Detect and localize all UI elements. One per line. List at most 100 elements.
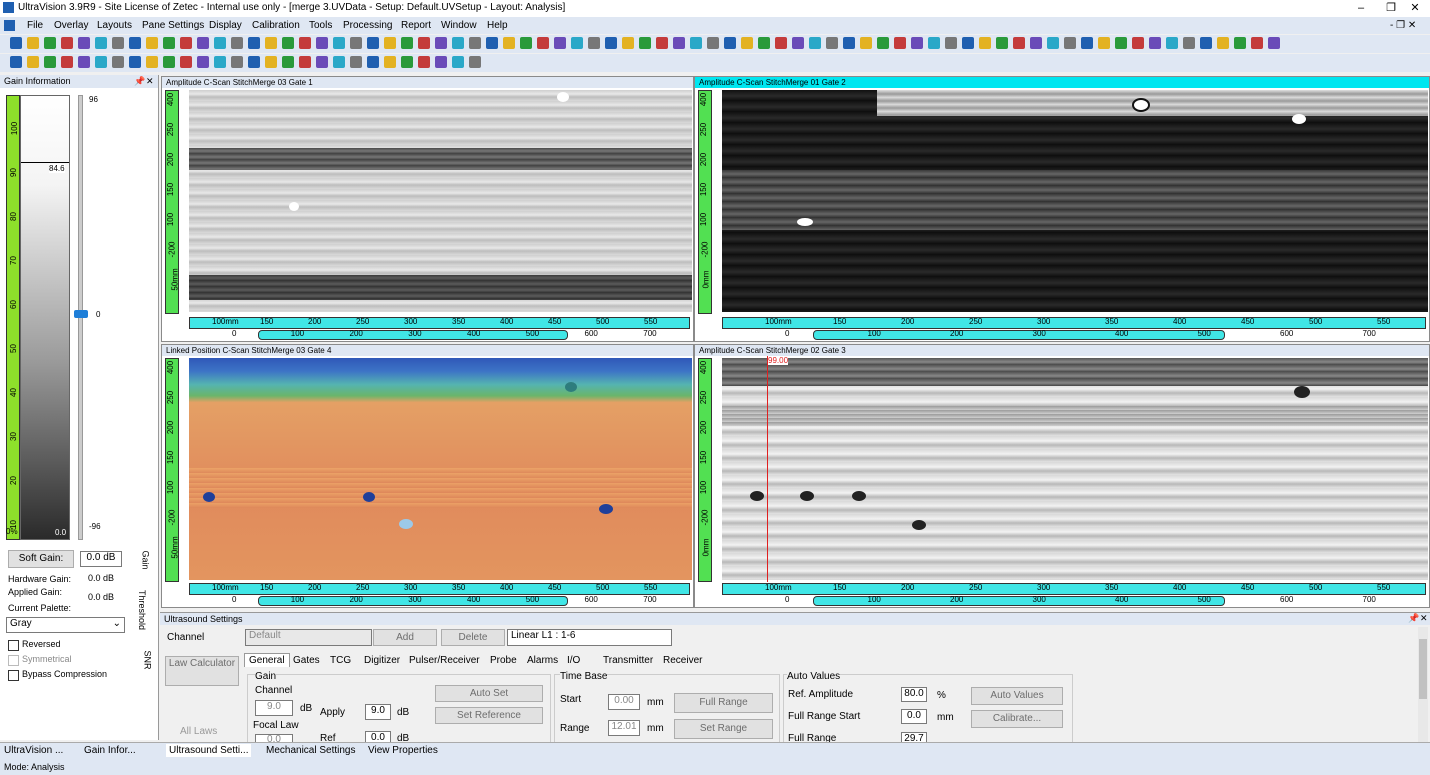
toolbar-button-icon[interactable]: [979, 37, 991, 49]
toolbar-button-icon[interactable]: [197, 56, 209, 68]
toolbar-button-icon[interactable]: [214, 56, 226, 68]
toolbar-button-icon[interactable]: [894, 37, 906, 49]
cscan-pane-2[interactable]: Amplitude C-Scan StitchMerge 01 Gate 2 4…: [694, 76, 1430, 342]
toolbar-button-icon[interactable]: [95, 37, 107, 49]
toolbar-button-icon[interactable]: [673, 37, 685, 49]
toolbar-button-icon[interactable]: [248, 37, 260, 49]
toolbar-button-icon[interactable]: [265, 37, 277, 49]
toolbar-button-icon[interactable]: [520, 37, 532, 49]
channel-gain-field[interactable]: 9.0: [255, 700, 293, 716]
task-ultravision[interactable]: UltraVision ...: [4, 745, 63, 756]
law-select[interactable]: Linear L1 : 1-6: [507, 629, 672, 646]
delete-button[interactable]: Delete: [441, 629, 505, 646]
bypass-checkbox[interactable]: [8, 670, 19, 681]
toolbar-button-icon[interactable]: [1098, 37, 1110, 49]
pin-icon[interactable]: 📌: [1408, 613, 1419, 624]
toolbar-button-icon[interactable]: [367, 56, 379, 68]
toolbar-button-icon[interactable]: [384, 37, 396, 49]
toolbar-button-icon[interactable]: [112, 56, 124, 68]
all-laws-label[interactable]: All Laws: [180, 726, 217, 737]
toolbar-button-icon[interactable]: [469, 56, 481, 68]
toolbar-button-icon[interactable]: [367, 37, 379, 49]
toolbar-button-icon[interactable]: [299, 56, 311, 68]
toolbar-button-icon[interactable]: [435, 37, 447, 49]
toolbar-button-icon[interactable]: [452, 37, 464, 49]
range-field[interactable]: 12.01: [608, 720, 640, 736]
menu-pane-settings[interactable]: Pane Settings: [142, 20, 204, 31]
task-gain-info[interactable]: Gain Infor...: [84, 745, 136, 756]
toolbar-button-icon[interactable]: [95, 56, 107, 68]
auto-values-button[interactable]: Auto Values: [971, 687, 1063, 705]
toolbar-button-icon[interactable]: [690, 37, 702, 49]
full-range-start-field[interactable]: 0.0: [901, 709, 927, 724]
cscan-image[interactable]: [722, 90, 1428, 312]
toolbar-button-icon[interactable]: [554, 37, 566, 49]
toolbar-button-icon[interactable]: [1200, 37, 1212, 49]
toolbar-button-icon[interactable]: [826, 37, 838, 49]
tab-receiver[interactable]: Receiver: [663, 655, 702, 666]
pin-icon[interactable]: 📌: [134, 75, 145, 88]
palette-select[interactable]: Gray ⌄: [6, 617, 125, 633]
toolbar-button-icon[interactable]: [163, 37, 175, 49]
tab-general[interactable]: General: [244, 653, 290, 667]
cscan-image[interactable]: [722, 358, 1428, 580]
soft-gain-button[interactable]: Soft Gain:: [8, 550, 74, 568]
menu-tools[interactable]: Tools: [309, 20, 332, 31]
toolbar-button-icon[interactable]: [877, 37, 889, 49]
toolbar-button-icon[interactable]: [1234, 37, 1246, 49]
cursor-line[interactable]: [767, 356, 768, 582]
menu-help[interactable]: Help: [487, 20, 508, 31]
toolbar-button-icon[interactable]: [1251, 37, 1263, 49]
law-calculator-button[interactable]: Law Calculator: [165, 656, 239, 686]
toolbar-button-icon[interactable]: [282, 56, 294, 68]
tab-snr[interactable]: SNR: [143, 650, 153, 669]
tab-transmitter[interactable]: Transmitter: [603, 655, 653, 666]
menu-overlay[interactable]: Overlay: [54, 20, 88, 31]
tab-tcg[interactable]: TCG: [330, 655, 351, 666]
set-reference-button[interactable]: Set Reference: [435, 707, 543, 724]
toolbar-button-icon[interactable]: [571, 37, 583, 49]
toolbar-button-icon[interactable]: [1217, 37, 1229, 49]
menu-calibration[interactable]: Calibration: [252, 20, 300, 31]
toolbar-button-icon[interactable]: [231, 56, 243, 68]
toolbar-button-icon[interactable]: [10, 37, 22, 49]
toolbar-button-icon[interactable]: [962, 37, 974, 49]
toolbar-button-icon[interactable]: [503, 37, 515, 49]
toolbar-button-icon[interactable]: [605, 37, 617, 49]
reversed-checkbox[interactable]: [8, 640, 19, 651]
toolbar-button-icon[interactable]: [1166, 37, 1178, 49]
close-icon[interactable]: ✕: [146, 75, 154, 88]
menu-processing[interactable]: Processing: [343, 20, 392, 31]
calibrate-button[interactable]: Calibrate...: [971, 710, 1063, 728]
toolbar-button-icon[interactable]: [333, 37, 345, 49]
cscan-image[interactable]: [189, 90, 692, 312]
gain-slider-thumb[interactable]: [74, 310, 88, 318]
add-button[interactable]: Add: [373, 629, 437, 646]
toolbar-button-icon[interactable]: [928, 37, 940, 49]
toolbar-button-icon[interactable]: [163, 56, 175, 68]
toolbar-button-icon[interactable]: [1064, 37, 1076, 49]
toolbar-button-icon[interactable]: [401, 37, 413, 49]
soft-gain-field[interactable]: 0.0 dB: [80, 551, 122, 567]
toolbar-button-icon[interactable]: [792, 37, 804, 49]
toolbar-button-icon[interactable]: [996, 37, 1008, 49]
close-button[interactable]: ✕: [1400, 0, 1430, 17]
tab-probe[interactable]: Probe: [490, 655, 517, 666]
toolbar-button-icon[interactable]: [1013, 37, 1025, 49]
toolbar-button-icon[interactable]: [1030, 37, 1042, 49]
toolbar-button-icon[interactable]: [1081, 37, 1093, 49]
toolbar-button-icon[interactable]: [350, 37, 362, 49]
start-field[interactable]: 0.00: [608, 694, 640, 710]
toolbar-button-icon[interactable]: [333, 56, 345, 68]
toolbar-button-icon[interactable]: [860, 37, 872, 49]
toolbar-button-icon[interactable]: [248, 56, 260, 68]
toolbar-button-icon[interactable]: [1047, 37, 1059, 49]
toolbar-button-icon[interactable]: [911, 37, 923, 49]
toolbar-button-icon[interactable]: [350, 56, 362, 68]
toolbar-button-icon[interactable]: [146, 56, 158, 68]
toolbar-button-icon[interactable]: [146, 37, 158, 49]
toolbar-button-icon[interactable]: [61, 56, 73, 68]
toolbar-button-icon[interactable]: [775, 37, 787, 49]
minimize-button[interactable]: –: [1346, 0, 1376, 17]
settings-scrollbar[interactable]: [1418, 627, 1428, 743]
